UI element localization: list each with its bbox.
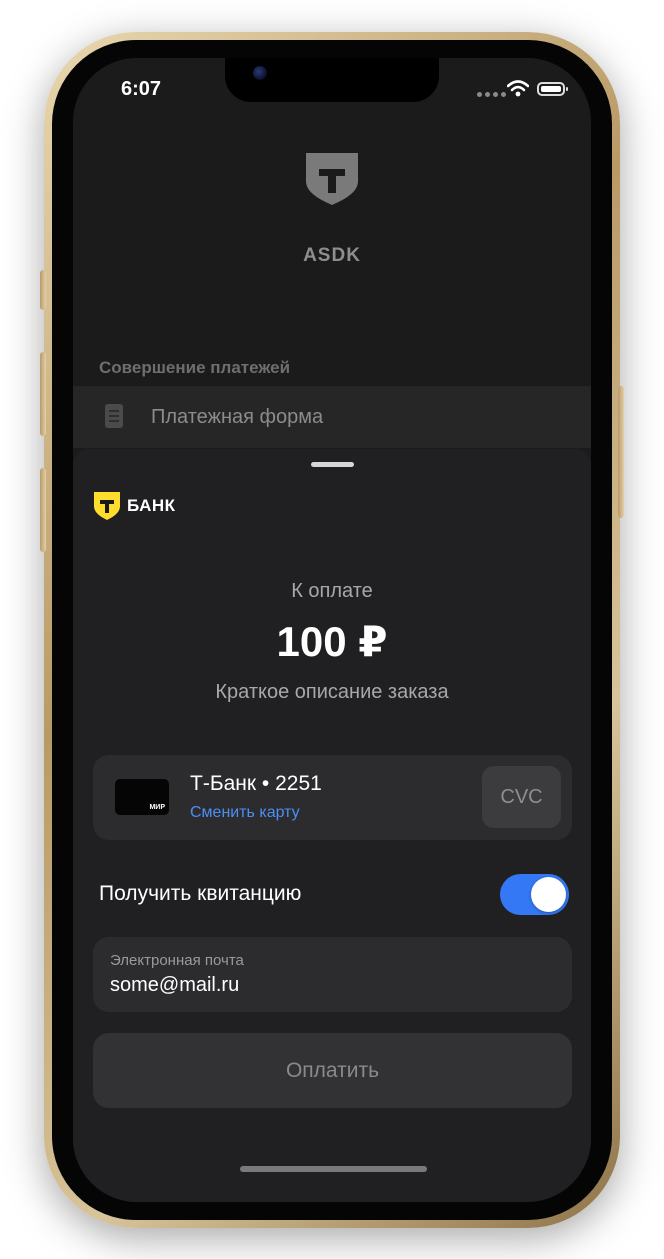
wifi-icon	[507, 80, 529, 97]
sheet-grabber[interactable]	[311, 462, 354, 467]
receipt-toggle[interactable]	[500, 874, 569, 915]
email-field-value[interactable]: some@mail.ru	[110, 974, 239, 997]
toggle-knob	[531, 877, 566, 912]
home-indicator[interactable]	[240, 1166, 427, 1172]
menu-item-payment-form[interactable]: Платежная форма	[73, 386, 591, 448]
payment-amount: 100 ₽	[276, 618, 388, 665]
power-button	[618, 386, 624, 518]
document-icon	[105, 404, 123, 428]
pay-button[interactable]: Оплатить	[93, 1033, 572, 1108]
app-name: ASDK	[303, 245, 361, 266]
card-thumbnail: МИР	[115, 779, 169, 815]
card-name: Т-Банк • 2251	[190, 772, 322, 795]
selected-card[interactable]: МИР Т-Банк • 2251 Сменить карту CVC	[93, 755, 572, 840]
volume-down-button	[40, 468, 46, 552]
t-bank-logo: БАНК	[93, 491, 176, 521]
mute-switch	[40, 270, 46, 310]
t-shield-logo-icon	[306, 153, 358, 205]
t-bank-shield-icon	[94, 492, 120, 520]
battery-icon	[537, 82, 568, 96]
email-field-label: Электронная почта	[110, 952, 244, 969]
order-description: Краткое описание заказа	[215, 681, 449, 703]
receipt-label: Получить квитанцию	[99, 882, 302, 905]
change-card-link[interactable]: Сменить карту	[190, 804, 300, 822]
pay-label: К оплате	[291, 580, 373, 602]
notch	[225, 58, 439, 102]
email-field[interactable]: Электронная почта some@mail.ru	[93, 937, 572, 1012]
section-title: Совершение платежей	[99, 358, 291, 377]
screen: ASDK Совершение платежей Платежная форма…	[73, 58, 591, 1202]
status-time: 6:07	[121, 78, 162, 100]
card-system-label: МИР	[149, 804, 165, 811]
menu-item-label: Платежная форма	[151, 406, 324, 428]
brand-name: БАНК	[127, 496, 176, 515]
cvc-input[interactable]: CVC	[482, 766, 561, 828]
signal-icon	[477, 92, 506, 97]
volume-up-button	[40, 352, 46, 436]
camera-icon	[253, 66, 267, 80]
payment-sheet: БАНК К оплате 100 ₽ Краткое описание зак…	[73, 449, 591, 1202]
